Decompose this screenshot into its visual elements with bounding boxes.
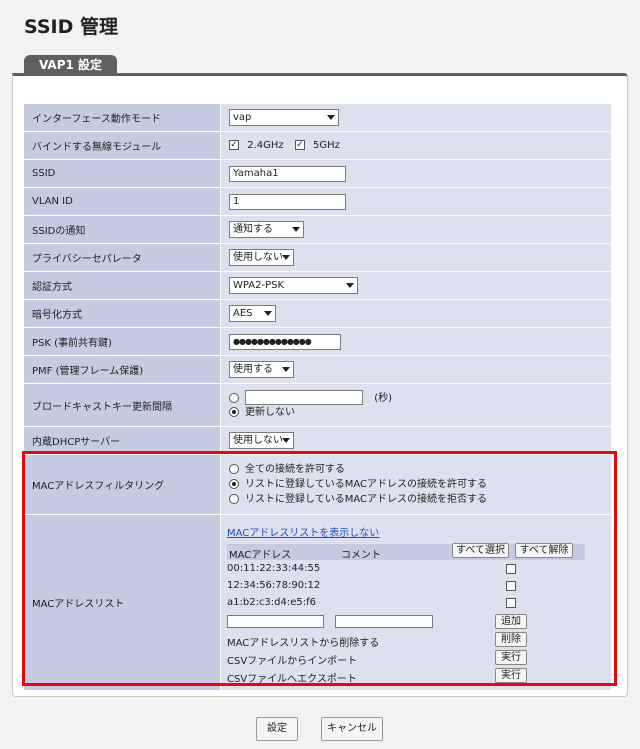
interface-mode-label: インターフェース動作モード [23,103,221,132]
row-ssid-notify: SSIDの通知 通知する [23,215,612,244]
cipher-label: 暗号化方式 [23,299,221,328]
page-title: SSID 管理 [24,16,118,38]
auth-label: 認証方式 [23,271,221,300]
privacy-select[interactable]: 使用しない [229,249,294,266]
broadcast-interval-radio[interactable] [229,392,239,403]
chevron-down-icon [282,367,290,372]
checkbox-5ghz[interactable]: ✓ [294,140,305,150]
export-label: CSVファイルへエクスポート [227,674,357,685]
mac-filter-option-label: リストに登録しているMACアドレスの接続を許可する [245,479,487,490]
mac-entry: a1:b2:c3:d4:e5:f6 [227,597,317,608]
chevron-down-icon [282,438,290,443]
broadcast-no-update-label: 更新しない [245,407,295,418]
mac-list-label: MACアドレスリスト [23,514,221,691]
mac-filter-option-label: リストに登録しているMACアドレスの接続を拒否する [245,494,487,505]
broadcast-interval-line: (秒) [229,390,611,405]
mac-filter-option-label: 全ての接続を許可する [245,464,345,475]
mac-filter-option: リストに登録しているMACアドレスの接続を拒否する [229,492,611,507]
row-mac-list: MACアドレスリスト MACアドレスリストを表示しない MACアドレス コメント… [23,514,612,691]
dhcp-select[interactable]: 使用しない [229,432,294,449]
row-dhcp: 内蔵DHCPサーバー 使用しない [23,426,612,455]
broadcast-interval-input[interactable] [245,390,363,405]
privacy-label: プライバシーセパレータ [23,243,221,272]
row-interface-mode: インターフェース動作モード vap [23,103,612,132]
col-comment: コメント [341,550,381,561]
privacy-value: 使用しない [233,252,283,263]
auth-value: WPA2-PSK [233,280,285,291]
row-mac-filter: MACアドレスフィルタリング 全ての接続を許可する リストに登録しているMACア… [23,454,612,515]
import-label: CSVファイルからインポート [227,656,358,667]
new-comment-input[interactable] [335,615,433,628]
export-run-button[interactable]: 実行 [495,668,527,683]
ssid-label: SSID [23,159,221,188]
row-psk: PSK (事前共有鍵) ●●●●●●●●●●●●● [23,327,612,356]
pmf-label: PMF (管理フレーム保護) [23,355,221,384]
mac-filter-label: MACアドレスフィルタリング [23,454,221,515]
settings-table: インターフェース動作モード vap バインドする無線モジュール ✓ 2.4GHz… [23,103,612,691]
checkbox-5ghz-label: 5GHz [312,140,340,151]
row-privacy: プライバシーセパレータ 使用しない [23,243,612,272]
psk-input[interactable]: ●●●●●●●●●●●●● [229,333,341,350]
broadcast-label: ブロードキャストキー更新間隔 [23,383,221,427]
dhcp-label: 内蔵DHCPサーバー [23,426,221,455]
chevron-down-icon [264,311,272,316]
ssid-notify-value: 通知する [233,224,273,235]
mac-filter-option: 全ての接続を許可する [229,462,611,477]
interface-mode-value: vap [233,112,252,123]
row-ssid: SSID Yamaha1 [23,159,612,188]
col-mac-address: MACアドレス [229,550,292,561]
tab-vap1-settings[interactable]: VAP1 設定 [24,55,117,74]
mac-list-panel: MACアドレスリストを表示しない MACアドレス コメント すべて選択 すべて解… [221,515,604,690]
row-broadcast: ブロードキャストキー更新間隔 (秒) 更新しない [23,383,612,427]
mac-filter-option: リストに登録しているMACアドレスの接続を許可する [229,477,611,492]
mac-entry-checkbox[interactable] [506,598,516,608]
psk-label: PSK (事前共有鍵) [23,327,221,356]
pmf-value: 使用する [233,364,273,375]
broadcast-unit: (秒) [374,392,392,404]
select-all-button[interactable]: すべて選択 [452,543,509,558]
save-button[interactable]: 設定 [256,717,298,741]
chevron-down-icon [282,255,290,260]
mac-entry-checkbox[interactable] [506,581,516,591]
checkbox-24ghz[interactable]: ✓ [229,140,239,150]
vlan-label: VLAN ID [23,187,221,216]
chevron-down-icon [327,115,335,120]
row-bind-module: バインドする無線モジュール ✓ 2.4GHz ✓ 5GHz [23,131,612,160]
add-button[interactable]: 追加 [495,614,527,629]
mac-filter-radio-deny-list[interactable] [229,494,239,504]
delete-label: MACアドレスリストから削除する [227,638,380,649]
cipher-value: AES [233,308,253,319]
hide-mac-list-link[interactable]: MACアドレスリストを表示しない [227,524,379,539]
mac-entry: 12:34:56:78:90:12 [227,580,321,591]
mac-filter-radio-allow-all[interactable] [229,464,239,474]
row-cipher: 暗号化方式 AES [23,299,612,328]
dhcp-value: 使用しない [233,435,283,446]
mac-entry: 00:11:22:33:44:55 [227,563,321,574]
row-vlan: VLAN ID 1 [23,187,612,216]
broadcast-no-update-radio[interactable] [229,407,239,417]
delete-button[interactable]: 削除 [495,632,527,647]
pmf-select[interactable]: 使用する [229,361,294,378]
chevron-down-icon [346,283,354,288]
mac-entry-checkbox[interactable] [506,564,516,574]
row-auth: 認証方式 WPA2-PSK [23,271,612,300]
checkbox-24ghz-label: 2.4GHz [247,140,284,151]
broadcast-no-update-line: 更新しない [229,405,611,420]
vlan-input[interactable]: 1 [229,193,346,210]
import-run-button[interactable]: 実行 [495,650,527,665]
ssid-notify-select[interactable]: 通知する [229,221,304,238]
interface-mode-select[interactable]: vap [229,109,339,126]
deselect-all-button[interactable]: すべて解除 [515,543,573,558]
new-mac-input[interactable] [227,615,324,628]
bind-module-label: バインドする無線モジュール [23,131,221,160]
chevron-down-icon [292,227,300,232]
cancel-button[interactable]: キャンセル [321,717,383,741]
row-pmf: PMF (管理フレーム保護) 使用する [23,355,612,384]
auth-select[interactable]: WPA2-PSK [229,277,358,294]
ssid-input[interactable]: Yamaha1 [229,165,346,182]
mac-filter-radio-allow-list[interactable] [229,479,239,489]
ssid-notify-label: SSIDの通知 [23,215,221,244]
cipher-select[interactable]: AES [229,305,276,322]
